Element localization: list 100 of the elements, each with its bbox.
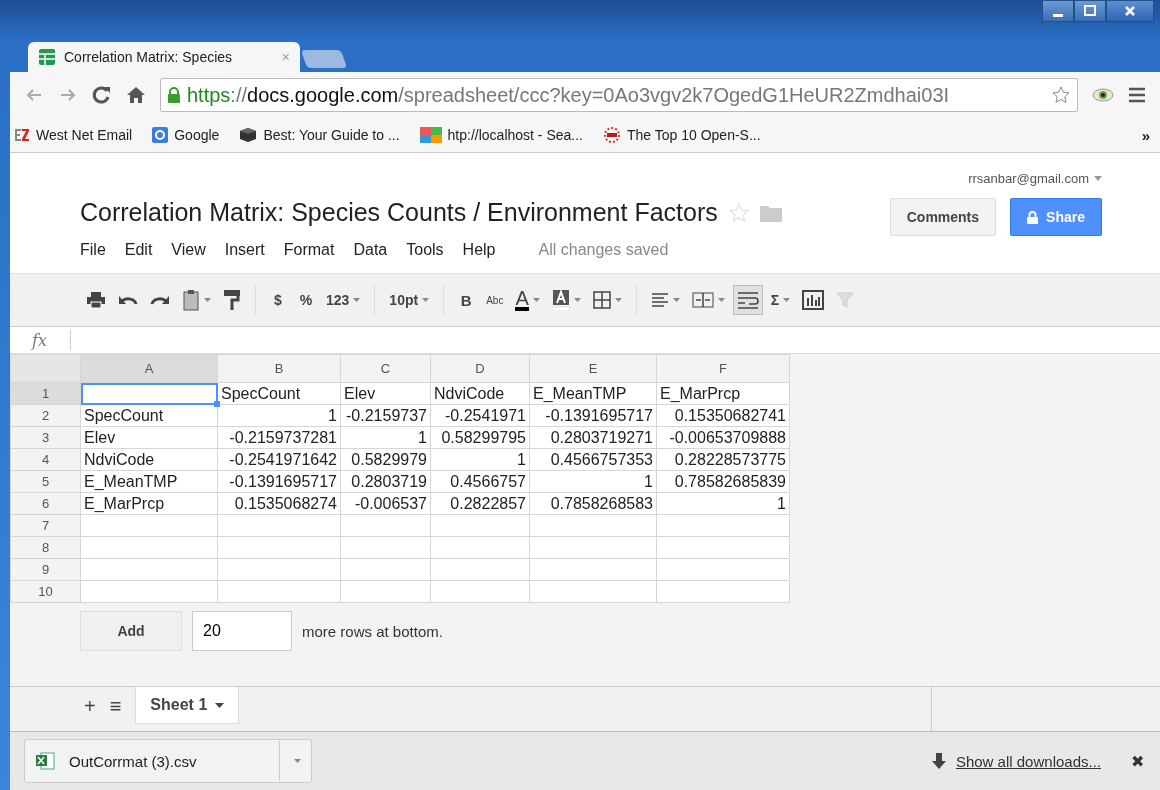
table-cell[interactable] (430, 580, 530, 603)
column-header[interactable]: D (430, 354, 530, 383)
table-cell[interactable]: 0.28228573775 (656, 448, 790, 471)
table-cell[interactable] (656, 580, 790, 603)
table-cell[interactable]: E_MeanTMP (80, 470, 218, 493)
table-cell[interactable] (217, 514, 341, 537)
table-cell[interactable]: 0.1535068274 (217, 492, 341, 515)
table-cell[interactable]: 0.5829979 (340, 448, 431, 471)
table-cell[interactable] (217, 536, 341, 559)
table-cell[interactable]: 1 (217, 404, 341, 427)
toolbar-button[interactable]: $ (266, 285, 290, 315)
new-tab-button[interactable] (300, 50, 348, 68)
table-cell[interactable] (340, 514, 431, 537)
minimize-button[interactable] (1042, 0, 1074, 22)
menu-item[interactable]: File (80, 241, 106, 259)
table-cell[interactable]: 1 (529, 470, 657, 493)
row-header[interactable]: 4 (10, 448, 81, 471)
toolbar-button[interactable]: A (511, 285, 544, 315)
star-icon[interactable] (1051, 85, 1071, 105)
table-cell[interactable]: Elev (340, 382, 431, 405)
table-cell[interactable]: 0.2803719 (340, 470, 431, 493)
row-header[interactable]: 8 (10, 536, 81, 559)
table-cell[interactable] (340, 536, 431, 559)
table-cell[interactable]: -0.1391695717 (217, 470, 341, 493)
table-cell[interactable] (217, 558, 341, 581)
table-cell[interactable] (80, 382, 218, 405)
table-cell[interactable]: NdviCode (430, 382, 530, 405)
column-header[interactable]: B (217, 354, 341, 383)
bookmark[interactable]: Google (152, 127, 220, 143)
row-header[interactable]: 5 (10, 470, 81, 493)
toolbar-button[interactable]: 123 (322, 285, 365, 315)
column-header[interactable]: A (80, 354, 218, 383)
row-header[interactable]: 3 (10, 426, 81, 449)
table-cell[interactable] (80, 558, 218, 581)
table-cell[interactable]: 1 (340, 426, 431, 449)
menu-item[interactable]: View (171, 241, 206, 259)
row-header[interactable]: 1 (10, 382, 81, 405)
table-cell[interactable] (340, 580, 431, 603)
menu-item[interactable]: Edit (124, 241, 153, 259)
row-header[interactable]: 6 (10, 492, 81, 515)
table-cell[interactable]: -0.006537 (340, 492, 431, 515)
table-cell[interactable] (80, 514, 218, 537)
table-cell[interactable]: -0.2541971642 (217, 448, 341, 471)
show-all-downloads-link[interactable]: Show all downloads... (955, 752, 1101, 770)
table-cell[interactable]: NdviCode (80, 448, 218, 471)
table-cell[interactable]: -0.2541971 (430, 404, 530, 427)
table-cell[interactable] (430, 514, 530, 537)
table-cell[interactable]: 0.15350682741 (656, 404, 790, 427)
caret-icon[interactable] (294, 759, 301, 763)
toolbar-button[interactable]: % (294, 285, 318, 315)
table-cell[interactable] (529, 558, 657, 581)
table-cell[interactable]: 0.4566757 (430, 470, 530, 493)
folder-icon[interactable] (759, 203, 782, 222)
column-header[interactable]: E (529, 354, 657, 383)
row-header[interactable]: 10 (10, 580, 81, 603)
menu-item[interactable]: Insert (224, 241, 265, 259)
table-cell[interactable] (80, 580, 218, 603)
row-header[interactable]: 9 (10, 558, 81, 581)
table-cell[interactable]: 0.4566757353 (529, 448, 657, 471)
close-button[interactable] (1106, 0, 1154, 22)
browser-tab[interactable]: Correlation Matrix: Species × (28, 42, 300, 72)
reload-icon[interactable] (92, 85, 112, 105)
table-cell[interactable]: E_MarPrcp (80, 492, 218, 515)
bookmark[interactable]: West Net Email (14, 127, 133, 143)
sheet-list-button[interactable]: ≡ (109, 695, 122, 718)
add-rows-button[interactable]: Add (80, 611, 182, 651)
table-cell[interactable] (656, 536, 790, 559)
comments-button[interactable]: Comments (889, 198, 997, 236)
table-cell[interactable]: 0.2803719271 (529, 426, 657, 449)
table-cell[interactable] (529, 536, 657, 559)
table-cell[interactable]: E_MeanTMP (529, 382, 657, 405)
menu-item[interactable]: Format (283, 241, 335, 259)
table-cell[interactable]: 1 (430, 448, 530, 471)
table-cell[interactable]: 1 (656, 492, 790, 515)
table-cell[interactable]: Elev (80, 426, 218, 449)
table-cell[interactable] (430, 536, 530, 559)
menu-item[interactable]: Data (353, 241, 388, 259)
row-header[interactable]: 7 (10, 514, 81, 537)
bookmark[interactable]: htp://localhost - Sea... (419, 127, 583, 143)
toolbar-button[interactable]: Σ (766, 285, 795, 315)
table-cell[interactable] (217, 580, 341, 603)
close-downloads-button[interactable]: ✖ (1131, 751, 1144, 771)
column-header[interactable]: C (340, 354, 431, 383)
column-header[interactable]: F (656, 354, 790, 383)
table-cell[interactable]: -0.2159737 (340, 404, 431, 427)
table-cell[interactable] (656, 558, 790, 581)
row-header[interactable]: 2 (10, 404, 81, 427)
table-cell[interactable]: -0.00653709888 (656, 426, 790, 449)
table-cell[interactable] (529, 514, 657, 537)
star-icon[interactable] (727, 201, 750, 224)
eye-icon[interactable] (1092, 87, 1114, 103)
menu-item[interactable]: Help (462, 241, 496, 259)
table-cell[interactable] (80, 536, 218, 559)
table-cell[interactable]: SpecCount (217, 382, 341, 405)
bookmark[interactable]: The Top 10 Open-S... (603, 127, 761, 143)
wrap-button[interactable] (732, 285, 763, 315)
table-cell[interactable]: 0.78582685839 (656, 470, 790, 493)
add-sheet-button[interactable]: + (84, 695, 96, 718)
table-cell[interactable]: 0.7858268583 (529, 492, 657, 515)
table-cell[interactable] (529, 580, 657, 603)
